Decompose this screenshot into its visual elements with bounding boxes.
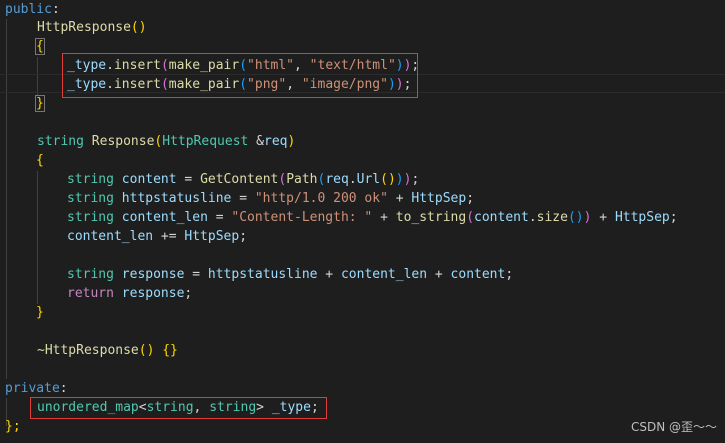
var-httpsep: HttpSep	[614, 210, 670, 225]
type-string: string	[67, 191, 114, 206]
annotation-box-inserts	[62, 53, 418, 98]
class-end: };	[5, 419, 21, 434]
open-brace: {	[36, 153, 44, 168]
code-line: string content_len = "Content-Length: " …	[67, 208, 678, 227]
type-string: string	[37, 134, 84, 149]
code-line: string response = httpstatusline + conte…	[67, 265, 513, 284]
operator: +=	[153, 229, 185, 244]
var-content-len: content_len	[340, 267, 428, 282]
fn-to-string: to_string	[395, 210, 467, 225]
dot: .	[348, 172, 357, 187]
operator: =	[231, 191, 255, 206]
string-literal: "http/1.0 200 ok"	[254, 191, 388, 206]
code-line: string content = GetContent(Path(req.Url…	[67, 170, 419, 189]
code-line: HttpResponse()	[37, 18, 147, 37]
code-line: }	[36, 303, 44, 322]
var-url: Url	[356, 172, 381, 187]
paren: ()	[138, 343, 163, 358]
code-line: ~HttpResponse() {}	[37, 341, 178, 360]
annotation-box-member	[30, 397, 327, 419]
code-line: public:	[5, 0, 60, 19]
paren: ()	[380, 172, 396, 187]
fn-path: Path	[286, 172, 318, 187]
method-name: Response	[91, 134, 155, 149]
code-line: };	[5, 417, 21, 436]
colon: :	[59, 381, 68, 396]
operator: +	[427, 267, 451, 282]
keyword-private: private	[5, 381, 60, 396]
semicolon: ;	[669, 210, 678, 225]
var-response: response	[113, 286, 185, 301]
operator: =	[184, 267, 208, 282]
paren: )	[395, 172, 404, 187]
operator: +	[591, 210, 615, 225]
param-name: req	[264, 134, 288, 149]
var-httpstatusline: httpstatusline	[121, 191, 232, 206]
string-literal: "Content-Length: "	[231, 210, 373, 225]
open-brace: {	[35, 38, 45, 55]
paren: ()	[130, 20, 147, 35]
constructor-name: HttpResponse	[37, 20, 131, 35]
colon: :	[51, 2, 60, 17]
code-editor[interactable]: public: HttpResponse() { _type.insert(ma…	[0, 0, 725, 443]
code-line: content_len += HttpSep;	[67, 227, 247, 246]
code-line: {	[35, 37, 45, 56]
operator: +	[372, 210, 396, 225]
var-httpstatusline: httpstatusline	[207, 267, 318, 282]
var-content: content	[474, 210, 529, 225]
code-line: return response;	[67, 284, 192, 303]
paren: )	[287, 134, 296, 149]
fn-get-content: GetContent	[200, 172, 279, 187]
empty-body: {}	[162, 343, 178, 358]
var-content: content	[450, 267, 506, 282]
type-string: string	[67, 267, 114, 282]
dot: .	[528, 210, 537, 225]
type-string: string	[67, 172, 114, 187]
semicolon: ;	[411, 172, 420, 187]
paren: ()	[567, 210, 584, 225]
operator: +	[317, 267, 341, 282]
indent-guide	[6, 19, 7, 379]
ampersand: &	[248, 134, 264, 149]
paren: (	[466, 210, 475, 225]
var-response: response	[121, 267, 185, 282]
code-line: private:	[5, 379, 68, 398]
var-content-len: content_len	[67, 229, 154, 244]
keyword-return: return	[67, 286, 114, 301]
watermark: CSDN @歪～～	[630, 420, 717, 434]
indent-guide	[37, 171, 38, 304]
semicolon: ;	[239, 229, 248, 244]
type-string: string	[67, 210, 114, 225]
fn-size: size	[536, 210, 568, 225]
var-content-len: content_len	[121, 210, 208, 225]
var-req: req	[325, 172, 349, 187]
paren: (	[278, 172, 287, 187]
close-brace: }	[36, 305, 44, 320]
code-line: string httpstatusline = "http/1.0 200 ok…	[67, 189, 474, 208]
keyword-public: public	[5, 2, 52, 17]
operator: +	[387, 191, 412, 206]
code-line: {	[36, 151, 44, 170]
param-type: HttpRequest	[162, 134, 249, 149]
destructor-name: ~HttpResponse	[37, 343, 139, 358]
var-httpsep: HttpSep	[184, 229, 240, 244]
close-brace: }	[35, 95, 45, 112]
semicolon: ;	[466, 191, 475, 206]
semicolon: ;	[184, 286, 193, 301]
var-httpsep: HttpSep	[411, 191, 467, 206]
code-line: string Response(HttpRequest &req)	[37, 132, 295, 151]
code-line: }	[35, 94, 45, 113]
operator: =	[176, 172, 201, 187]
var-content: content	[121, 172, 177, 187]
operator: =	[207, 210, 232, 225]
semicolon: ;	[505, 267, 514, 282]
